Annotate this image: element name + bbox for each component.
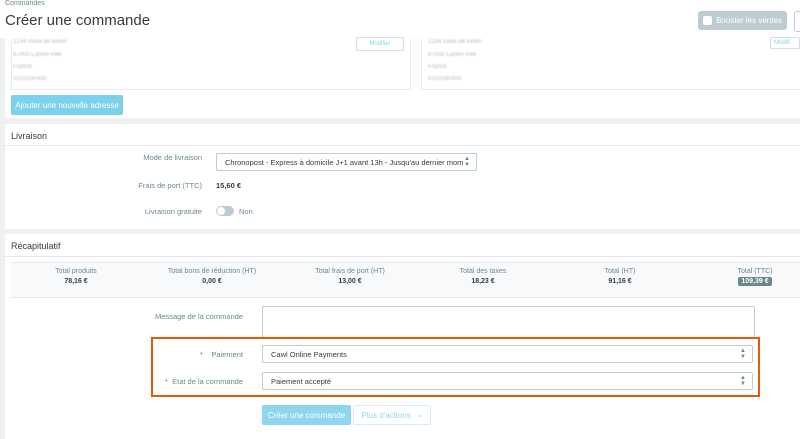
total-shipping: Total frais de port (HT) 13,00 €	[295, 268, 405, 285]
total-value: 91,16 €	[608, 278, 632, 285]
shipping-mode-value: Chronopost - Express à domicile J+1 avan…	[225, 157, 463, 167]
order-message-textarea[interactable]	[262, 306, 755, 338]
free-shipping-value: Non	[239, 207, 253, 216]
order-state-select[interactable]: Paiement accepté ▲ ▼	[262, 372, 753, 390]
address-line: 67000 Lorem-Ville	[13, 52, 62, 58]
page-title: Créer une commande	[5, 12, 151, 29]
free-shipping-toggle[interactable]	[216, 206, 234, 216]
chevron-down-icon: ⌄	[416, 412, 423, 419]
total-ht: Total (HT) 91,16 €	[580, 268, 660, 285]
chevron-updown-icon: ▲ ▼	[740, 375, 746, 387]
address-line: France	[428, 64, 447, 70]
more-actions-button[interactable]: Plus d'actions ⌄	[353, 405, 431, 425]
address-line: 0102030405	[13, 76, 47, 82]
breadcrumb[interactable]: Commandes	[5, 0, 45, 7]
toolbar-extra-button[interactable]	[794, 11, 800, 32]
free-shipping-label: Livraison gratuite	[144, 207, 202, 216]
modify-invoice-address-button[interactable]: Modifi	[770, 37, 800, 49]
summary-title: Récapitulatif	[11, 241, 61, 251]
required-mark: *	[200, 350, 203, 359]
boost-sales-label: Booster les ventes	[716, 16, 782, 25]
total-label: Total produits	[55, 268, 97, 275]
total-discounts: Total bons de réduction (HT) 0,00 €	[152, 268, 272, 285]
divider	[5, 256, 800, 257]
address-line: France	[13, 64, 32, 70]
address-line: 0102030405	[428, 76, 462, 82]
total-taxes: Total des taxes 18,23 €	[438, 268, 528, 285]
payment-label: * Paiement	[150, 350, 243, 359]
address-line: 1234 route de lorem	[13, 39, 67, 45]
create-order-button[interactable]: Créer une commande	[262, 405, 351, 425]
shipping-fees-label: Frais de port (TTC)	[138, 181, 202, 190]
shipping-title: Livraison	[11, 131, 48, 141]
chevron-updown-icon: ▲ ▼	[464, 156, 470, 168]
order-message-label: Message de la commande	[155, 312, 243, 321]
payment-select[interactable]: Cawl Online Payments ▲ ▼	[262, 345, 753, 363]
total-ttc: Total (TTC) 109,39 €	[725, 268, 785, 286]
shipping-mode-select[interactable]: Chronopost - Express à domicile J+1 avan…	[216, 153, 477, 171]
total-products: Total produits 78,16 €	[30, 268, 122, 285]
more-actions-label: Plus d'actions	[361, 410, 411, 420]
payment-value: Cawl Online Payments	[271, 349, 347, 359]
total-label: Total (TTC)	[737, 268, 773, 275]
total-value: 13,00 €	[338, 278, 362, 285]
total-label: Total frais de port (HT)	[315, 268, 385, 275]
invoice-address-card	[421, 38, 800, 90]
modify-address-button[interactable]: Modifier	[356, 37, 404, 51]
boost-sales-button[interactable]: Booster les ventes	[698, 11, 787, 30]
shipping-mode-label: Mode de livraison	[143, 153, 202, 162]
total-label: Total (HT)	[604, 268, 636, 275]
payment-label-text: Paiement	[211, 350, 243, 359]
total-value: 78,16 €	[64, 278, 88, 285]
order-state-value: Paiement accepté	[271, 376, 332, 386]
shipping-fees-value: 15,60 €	[216, 181, 242, 190]
total-label: Total des taxes	[459, 268, 507, 275]
order-state-label-text: État de la commande	[172, 377, 243, 386]
divider	[5, 145, 800, 146]
order-state-label: * État de la commande	[150, 377, 243, 386]
chevron-updown-icon: ▲ ▼	[740, 348, 746, 360]
add-address-button[interactable]: Ajouter une nouvelle adresse	[11, 95, 123, 115]
address-line: 67000 Lorem-Ville	[428, 52, 477, 58]
total-value: 0,00 €	[202, 278, 222, 285]
required-mark: *	[165, 377, 168, 386]
total-ttc-badge: 109,39 €	[738, 277, 772, 286]
totals-bar	[11, 262, 800, 298]
delivery-address-card	[11, 38, 411, 90]
address-line: 1234 route de lorem	[428, 39, 482, 45]
total-label: Total bons de réduction (HT)	[167, 268, 257, 275]
total-value: 18,23 €	[471, 278, 495, 285]
puzzle-icon	[703, 16, 713, 25]
